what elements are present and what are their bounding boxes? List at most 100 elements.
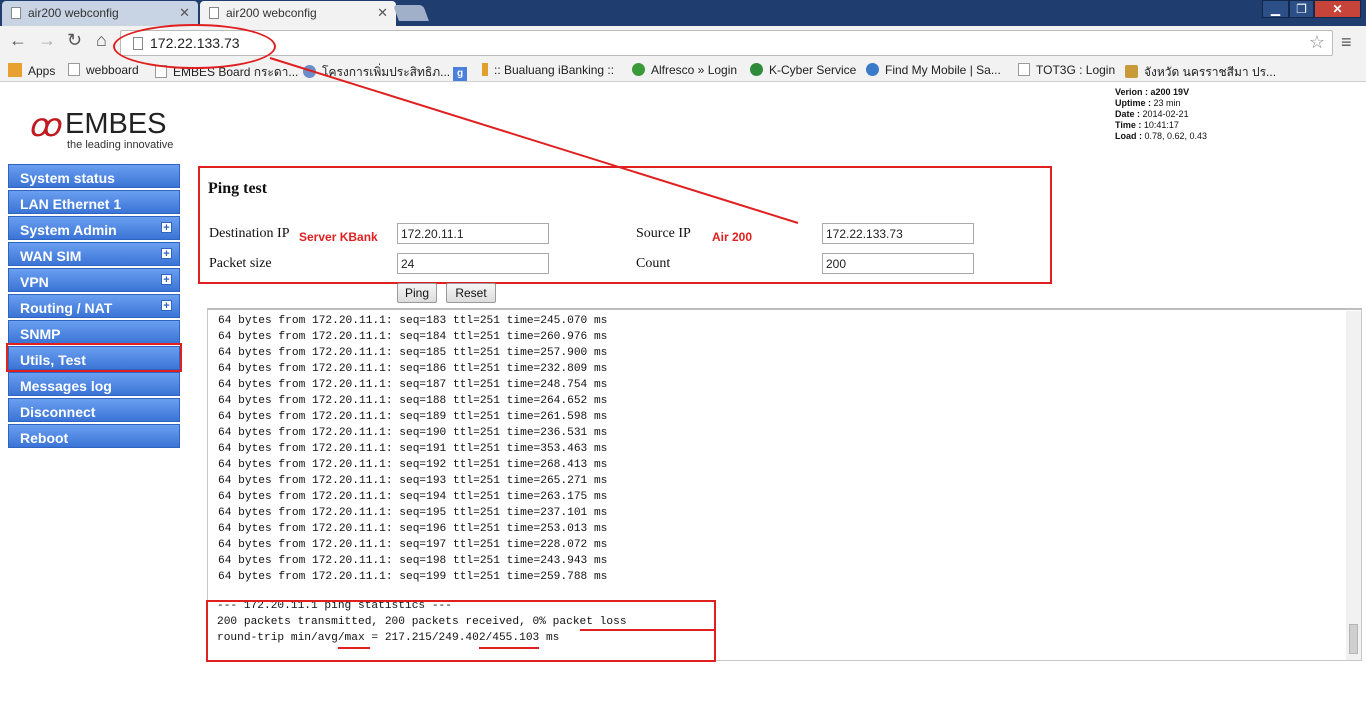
close-window-button[interactable]: ✕ bbox=[1314, 0, 1361, 18]
expand-plus-icon[interactable]: + bbox=[161, 248, 172, 260]
bookmark-label: Apps bbox=[28, 64, 56, 78]
sidebar-item-wan-sim[interactable]: WAN SIM + bbox=[8, 242, 180, 266]
maximize-button[interactable]: ❐ bbox=[1289, 0, 1314, 18]
close-tab-icon[interactable]: ✕ bbox=[179, 5, 190, 21]
count-input[interactable] bbox=[822, 253, 974, 274]
expand-plus-icon[interactable]: + bbox=[161, 222, 172, 234]
reload-icon[interactable]: ↻ bbox=[67, 30, 82, 51]
sidebar-item-label: LAN Ethernet 1 bbox=[20, 196, 122, 212]
page-icon bbox=[209, 7, 219, 19]
source-ip-input[interactable] bbox=[822, 223, 974, 244]
bookmark-province[interactable]: จังหวัด นครราชสีมา ปร... bbox=[1125, 63, 1276, 82]
site-icon bbox=[303, 65, 316, 78]
alfresco-icon bbox=[632, 63, 645, 76]
annotation-underline-loss bbox=[580, 629, 716, 631]
tab-title: air200 webconfig bbox=[28, 6, 119, 20]
close-tab-icon[interactable]: ✕ bbox=[377, 5, 388, 21]
tab-title: air200 webconfig bbox=[226, 6, 317, 20]
bookmark-find-my-mobile[interactable]: Find My Mobile | Sa... bbox=[866, 63, 1001, 77]
bookmark-label: จังหวัด นครราชสีมา ปร... bbox=[1144, 65, 1277, 79]
uptime-label: Uptime : bbox=[1115, 98, 1151, 108]
sidebar-item-snmp[interactable]: SNMP bbox=[8, 320, 180, 344]
count-label: Count bbox=[636, 256, 671, 271]
page-icon bbox=[1018, 63, 1030, 76]
window-titlebar: air200 webconfig ✕ air200 webconfig ✕ ▁ … bbox=[0, 0, 1366, 26]
bookmark-label: Alfresco » Login bbox=[651, 63, 738, 77]
bookmark-label: Find My Mobile | Sa... bbox=[885, 63, 1001, 77]
page-icon bbox=[68, 63, 80, 76]
sidebar-item-label: SNMP bbox=[20, 326, 61, 342]
sidebar-item-reboot[interactable]: Reboot bbox=[8, 424, 180, 448]
annotation-box-utils bbox=[6, 343, 182, 372]
bookmark-label: K-Cyber Service bbox=[769, 63, 857, 77]
annotation-server-kbank: Server KBank bbox=[299, 230, 378, 244]
forward-arrow-icon[interactable]: → bbox=[38, 30, 56, 51]
annotation-ellipse-url bbox=[113, 24, 276, 69]
sidebar-item-system-status[interactable]: System status bbox=[8, 164, 180, 188]
bookmark-tot3g[interactable]: TOT3G : Login bbox=[1018, 63, 1115, 77]
date-value: 2014-02-21 bbox=[1142, 109, 1189, 119]
sidebar-item-routing-nat[interactable]: Routing / NAT + bbox=[8, 294, 180, 318]
date-label: Date : bbox=[1115, 109, 1141, 119]
bookmark-apps[interactable]: Apps bbox=[8, 63, 55, 78]
bookmark-project[interactable]: โครงการเพิ่มประสิทธิภ... bbox=[303, 63, 450, 82]
bookmark-label: :: Bualuang iBanking :: bbox=[494, 63, 615, 77]
uptime-value: 23 min bbox=[1153, 98, 1181, 108]
sidebar-item-vpn[interactable]: VPN + bbox=[8, 268, 180, 292]
globe-icon bbox=[866, 63, 879, 76]
back-arrow-icon[interactable]: ← bbox=[9, 30, 27, 51]
map-icon bbox=[1125, 65, 1138, 78]
minimize-button[interactable]: ▁ bbox=[1262, 0, 1289, 18]
sidebar-item-label: Disconnect bbox=[20, 404, 96, 420]
reset-button[interactable]: Reset bbox=[446, 283, 496, 303]
logo-wordmark: EMBES bbox=[65, 108, 167, 140]
bookmark-alfresco[interactable]: Alfresco » Login bbox=[632, 63, 737, 77]
destination-ip-label: Destination IP bbox=[209, 226, 290, 241]
sidebar-item-label: Routing / NAT bbox=[20, 300, 113, 316]
ping-output-lines: 64 bytes from 172.20.11.1: seq=183 ttl=2… bbox=[218, 315, 608, 583]
time-value: 10:41:17 bbox=[1143, 120, 1179, 130]
kcyber-icon bbox=[750, 63, 763, 76]
browser-tab-1[interactable]: air200 webconfig ✕ bbox=[2, 1, 198, 26]
bookmark-kcyber[interactable]: K-Cyber Service bbox=[750, 63, 856, 77]
annotation-air-200: Air 200 bbox=[712, 230, 753, 244]
destination-ip-input[interactable] bbox=[397, 223, 549, 244]
system-info: Verion : a200 19V Uptime : 23 min Date :… bbox=[1115, 87, 1207, 142]
expand-plus-icon[interactable]: + bbox=[161, 274, 172, 286]
sidebar-item-disconnect[interactable]: Disconnect bbox=[8, 398, 180, 422]
sidebar-item-lan-ethernet[interactable]: LAN Ethernet 1 bbox=[8, 190, 180, 214]
apps-grid-icon bbox=[8, 63, 22, 77]
bookmark-label: TOT3G : Login bbox=[1036, 63, 1116, 77]
bookmark-bualuang[interactable]: :: Bualuang iBanking :: bbox=[482, 63, 614, 77]
home-icon[interactable]: ⌂ bbox=[96, 30, 107, 51]
bookmark-star-icon[interactable]: ☆ bbox=[1309, 32, 1325, 53]
expand-plus-icon[interactable]: + bbox=[161, 300, 172, 312]
menu-icon[interactable]: ≡ bbox=[1341, 32, 1352, 53]
sidebar-item-label: Reboot bbox=[20, 430, 69, 446]
annotation-underline-avg bbox=[338, 647, 370, 649]
scrollbar-thumb[interactable] bbox=[1349, 624, 1358, 654]
time-label: Time : bbox=[1115, 120, 1142, 130]
load-label: Load : bbox=[1115, 131, 1142, 141]
bookmark-google[interactable]: g bbox=[453, 63, 473, 81]
sidebar-item-messages-log[interactable]: Messages log bbox=[8, 372, 180, 396]
bookmark-label: โครงการเพิ่มประสิทธิภ... bbox=[322, 65, 451, 79]
sidebar-item-system-admin[interactable]: System Admin + bbox=[8, 216, 180, 240]
version-value: a200 19V bbox=[1150, 87, 1190, 97]
output-scrollbar[interactable] bbox=[1346, 311, 1361, 660]
address-bar[interactable]: 172.22.133.73 ☆ bbox=[120, 30, 1333, 56]
packet-size-label: Packet size bbox=[209, 256, 272, 271]
new-tab-button[interactable] bbox=[393, 5, 429, 21]
bookmark-webboard[interactable]: webboard bbox=[68, 63, 139, 77]
ping-button[interactable]: Ping bbox=[397, 283, 437, 303]
logo-tagline: the leading innovative bbox=[67, 139, 174, 151]
sidebar-item-label: WAN SIM bbox=[20, 248, 82, 264]
source-ip-label: Source IP bbox=[636, 226, 691, 241]
logo-mark-icon: ꝏ bbox=[28, 107, 61, 143]
page-title: Ping test bbox=[208, 180, 268, 197]
sidebar-item-label: System status bbox=[20, 170, 115, 186]
info-icon bbox=[482, 63, 488, 76]
browser-tab-2[interactable]: air200 webconfig ✕ bbox=[200, 1, 396, 26]
packet-size-input[interactable] bbox=[397, 253, 549, 274]
sidebar-menu: System status LAN Ethernet 1 System Admi… bbox=[8, 164, 180, 450]
